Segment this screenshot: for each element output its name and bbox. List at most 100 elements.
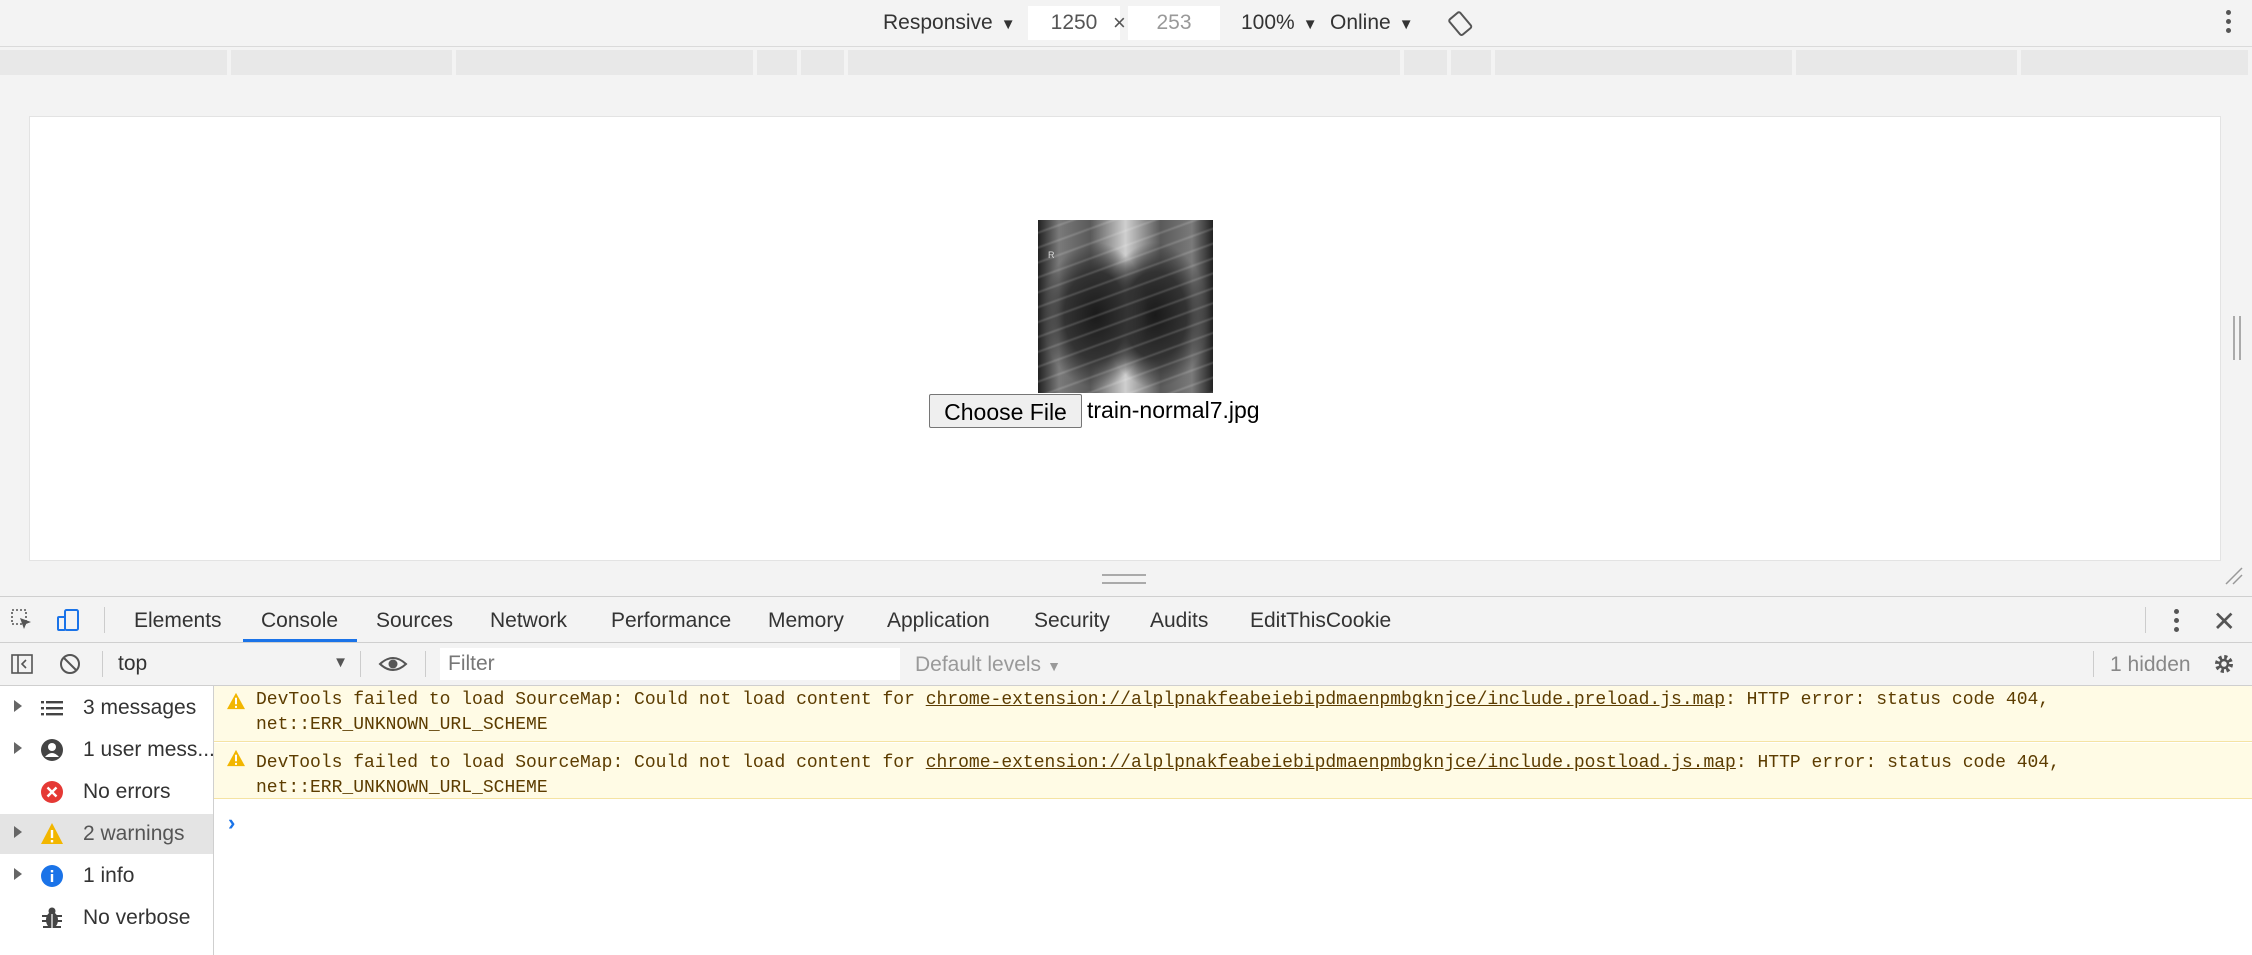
rotate-icon[interactable]	[1448, 10, 1474, 36]
media-query-segment[interactable]	[1404, 50, 1447, 75]
tab-network[interactable]: Network	[490, 609, 567, 633]
expand-arrow-icon[interactable]	[14, 700, 22, 712]
error-icon	[41, 781, 63, 803]
sidebar-item-info[interactable]: 1 info	[0, 856, 213, 896]
viewport-width-input[interactable]: 1250	[1028, 6, 1120, 40]
console-sidebar: 3 messages 1 user mess... No errors 2 wa…	[0, 686, 215, 955]
console-filter-input[interactable]	[440, 648, 900, 680]
console-messages: DevTools failed to load SourceMap: Could…	[214, 686, 2252, 955]
devtools-menu-icon[interactable]	[2174, 609, 2180, 636]
sidebar-item-warnings[interactable]: 2 warnings	[0, 814, 213, 854]
list-icon	[41, 701, 63, 716]
sourcemap-link[interactable]: chrome-extension://alplpnakfeabeiebipdma…	[926, 753, 1736, 773]
devtools-tab-bar: Elements Console Sources Network Perform…	[0, 597, 2252, 643]
console-warning-message[interactable]: DevTools failed to load SourceMap: Could…	[214, 743, 2252, 799]
tab-memory[interactable]: Memory	[768, 609, 844, 633]
tab-console[interactable]: Console	[261, 609, 338, 633]
warning-icon	[227, 692, 245, 710]
devtools-panel: Elements Console Sources Network Perform…	[0, 596, 2252, 955]
hidden-count: 1 hidden	[2110, 653, 2191, 676]
height-resize-handle[interactable]	[1102, 574, 1146, 584]
choose-file-button[interactable]: Choose File	[929, 394, 1082, 428]
warning-text-line1: DevTools failed to load SourceMap: Could…	[256, 751, 2060, 776]
media-query-segment[interactable]	[801, 50, 844, 75]
tab-audits[interactable]: Audits	[1150, 609, 1208, 633]
caret-down-icon: ▼	[1047, 658, 1061, 674]
warning-suffix: : HTTP error: status code 404,	[1735, 753, 2060, 773]
sidebar-item-user-messages[interactable]: 1 user mess...	[0, 730, 215, 770]
media-query-segment[interactable]	[1451, 50, 1491, 75]
toolbar-divider	[425, 651, 426, 677]
log-levels-select[interactable]: Default levels ▼	[915, 653, 1061, 677]
eye-icon[interactable]	[378, 652, 408, 676]
warning-prefix: DevTools failed to load SourceMap: Could…	[256, 690, 926, 710]
warning-text-line2: net::ERR_UNKNOWN_URL_SCHEME	[256, 715, 548, 735]
tab-security[interactable]: Security	[1034, 609, 1110, 633]
media-query-segment[interactable]	[456, 50, 753, 75]
media-query-segment[interactable]	[1495, 50, 1792, 75]
bug-icon	[42, 907, 62, 928]
clear-console-icon[interactable]	[58, 652, 82, 676]
media-query-segment[interactable]	[848, 50, 1400, 75]
device-select-label: Responsive	[883, 11, 993, 34]
toolbar-divider	[2145, 607, 2146, 633]
device-toggle-icon[interactable]	[56, 608, 80, 632]
device-select[interactable]: Responsive ▼	[883, 10, 1016, 38]
tab-editthiscookie[interactable]: EditThisCookie	[1250, 609, 1391, 633]
context-select-label: top	[118, 652, 148, 675]
inspect-element-icon[interactable]	[10, 608, 34, 632]
network-throttle-label: Online	[1330, 11, 1391, 34]
caret-down-icon: ▼	[1302, 16, 1318, 33]
expand-arrow-icon[interactable]	[14, 742, 22, 754]
more-options-icon[interactable]	[2226, 10, 2232, 37]
close-devtools-icon[interactable]: ✕	[2213, 605, 2236, 638]
tab-performance[interactable]: Performance	[611, 609, 731, 633]
dimension-separator: ×	[1113, 10, 1126, 35]
tab-elements[interactable]: Elements	[134, 609, 222, 633]
context-select[interactable]: top ▼	[118, 652, 348, 676]
network-throttle-select[interactable]: Online ▼	[1330, 10, 1414, 38]
warning-prefix: DevTools failed to load SourceMap: Could…	[256, 753, 926, 773]
gear-icon[interactable]	[2212, 652, 2236, 676]
width-resize-handle[interactable]	[2233, 316, 2241, 360]
warning-text-line1: DevTools failed to load SourceMap: Could…	[256, 688, 2049, 713]
toolbar-divider	[104, 607, 105, 633]
warning-suffix: : HTTP error: status code 404,	[1725, 690, 2050, 710]
info-icon	[41, 865, 63, 887]
sidebar-toggle-icon[interactable]	[10, 652, 34, 676]
toolbar-divider	[360, 651, 361, 677]
sidebar-item-verbose[interactable]: No verbose	[0, 898, 213, 938]
caret-down-icon: ▼	[1398, 16, 1414, 33]
device-toolbar: Responsive ▼ 1250 × 253 100% ▼ Online ▼	[0, 0, 2252, 47]
media-query-segment[interactable]	[2021, 50, 2248, 75]
warning-icon	[41, 823, 63, 844]
expand-arrow-icon[interactable]	[14, 868, 22, 880]
user-icon	[41, 739, 63, 761]
sidebar-item-errors[interactable]: No errors	[0, 772, 213, 812]
corner-resize-icon[interactable]	[2224, 566, 2244, 586]
toolbar-divider	[2093, 651, 2094, 677]
zoom-select-label: 100%	[1241, 11, 1295, 34]
sidebar-item-messages[interactable]: 3 messages	[0, 688, 213, 728]
expand-arrow-icon[interactable]	[14, 826, 22, 838]
selected-file-name: train-normal7.jpg	[1087, 397, 1260, 423]
sidebar-item-label: No verbose	[83, 906, 191, 929]
media-query-segment[interactable]	[0, 50, 227, 75]
media-query-segment[interactable]	[757, 50, 797, 75]
media-query-segment[interactable]	[231, 50, 452, 75]
sidebar-item-label: 3 messages	[83, 696, 197, 719]
console-toolbar: top ▼ Default levels ▼ 1 hidden	[0, 643, 2252, 686]
console-prompt-icon[interactable]: ›	[228, 810, 235, 836]
tab-sources[interactable]: Sources	[376, 609, 453, 633]
active-tab-indicator	[243, 639, 357, 642]
zoom-select[interactable]: 100% ▼	[1241, 10, 1318, 38]
console-warning-message[interactable]: DevTools failed to load SourceMap: Could…	[214, 686, 2252, 742]
sourcemap-link[interactable]: chrome-extension://alplpnakfeabeiebipdma…	[926, 690, 1725, 710]
viewport-height-input[interactable]: 253	[1128, 6, 1220, 40]
media-query-segment[interactable]	[1796, 50, 2017, 75]
xray-side-marker: R	[1048, 250, 1055, 260]
xray-rib-pattern	[1038, 220, 1213, 393]
tab-application[interactable]: Application	[887, 609, 990, 633]
media-query-bar	[0, 50, 2252, 76]
sidebar-item-label: No errors	[83, 780, 171, 803]
